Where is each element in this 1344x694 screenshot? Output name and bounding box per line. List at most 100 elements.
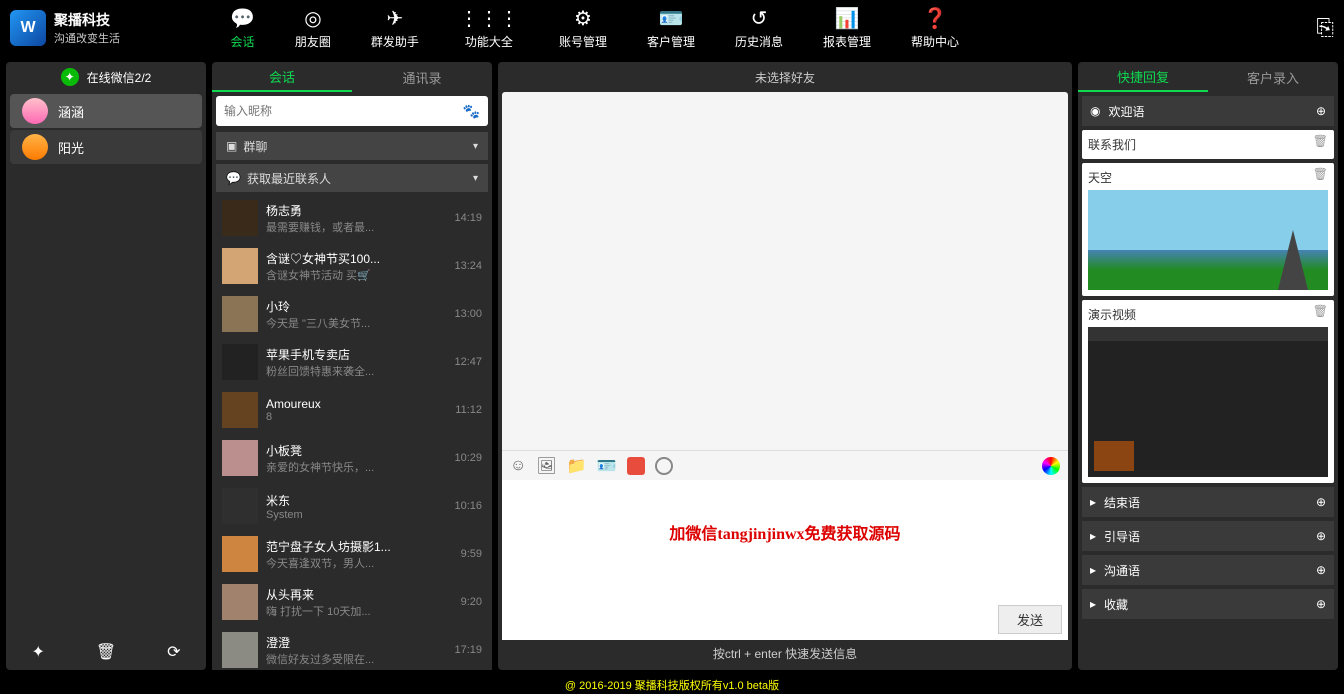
stats-icon: 📊 — [835, 7, 860, 31]
chat-item[interactable]: 澄澄微信好友过多受限在...17:19 — [216, 626, 488, 670]
tab-contacts[interactable]: 通讯录 — [352, 62, 492, 92]
watermark-text: 加微信tangjinjinwx免费获取源码 — [502, 520, 1068, 544]
card-icon: 🪪 — [659, 7, 684, 31]
avatar — [22, 134, 48, 160]
wechat-icon: 💬 — [230, 7, 255, 31]
recent-contacts-section[interactable]: 💬 获取最近联系人 ▾ — [216, 164, 488, 192]
conversation-title: 未选择好友 — [498, 62, 1072, 92]
logout-icon[interactable]: ⎘ — [1316, 15, 1334, 41]
avatar — [222, 392, 258, 428]
search-input[interactable] — [224, 104, 463, 118]
chat-item[interactable]: 含谜♡女神节买100...含谜女神节活动 买🛒13:24 — [216, 242, 488, 290]
gear-icon: ⚙ — [574, 7, 592, 31]
card-icon[interactable]: 🪪 — [597, 456, 617, 476]
circle-icon[interactable] — [655, 457, 673, 475]
avatar — [222, 488, 258, 524]
category-header[interactable]: ▸收藏⊕ — [1082, 589, 1334, 619]
grid-icon: ⋮⋮⋮ — [459, 7, 519, 31]
expand-icon: ◉ — [1090, 104, 1100, 118]
category-header[interactable]: ▸引导语⊕ — [1082, 521, 1334, 551]
nav-gear[interactable]: ⚙账号管理 — [559, 7, 607, 50]
category-header[interactable]: ◉欢迎语⊕ — [1082, 96, 1334, 126]
color-wheel-icon[interactable] — [1042, 457, 1060, 475]
folder-icon[interactable]: 📁 — [567, 456, 587, 476]
chat-item[interactable]: Amoureux811:12 — [216, 386, 488, 434]
chat-item[interactable]: 苹果手机专卖店粉丝回馈特惠来袭全...12:47 — [216, 338, 488, 386]
collapse-icon: ▸ — [1090, 529, 1096, 543]
avatar — [222, 584, 258, 620]
tab-quick-reply[interactable]: 快捷回复 — [1078, 62, 1208, 92]
category-header[interactable]: ▸沟通语⊕ — [1082, 555, 1334, 585]
account-item[interactable]: 阳光 — [10, 130, 202, 164]
avatar — [22, 98, 48, 124]
delete-icon[interactable]: 🗑 — [1313, 304, 1328, 318]
emoji-icon[interactable]: ☺ — [510, 457, 526, 475]
message-area — [502, 92, 1068, 450]
chat-icon: 💬 — [226, 171, 241, 185]
trash-icon[interactable]: 🗑 — [96, 642, 116, 662]
nav-wechat[interactable]: 💬会话 — [230, 7, 255, 50]
chat-item[interactable]: 杨志勇最需要赚钱，或者最...14:19 — [216, 194, 488, 242]
avatar — [222, 536, 258, 572]
refresh-icon[interactable]: ⟳ — [167, 642, 180, 662]
add-icon[interactable]: ⊕ — [1316, 563, 1326, 577]
nav-card[interactable]: 🪪客户管理 — [647, 7, 695, 50]
image-icon[interactable]: 🖼 — [536, 456, 556, 476]
collapse-icon: ▸ — [1090, 495, 1096, 509]
chat-item[interactable]: 范宁盘子女人坊摄影1...今天喜逢双节，男人...9:59 — [216, 530, 488, 578]
delete-icon[interactable]: 🗑 — [1313, 167, 1328, 181]
red-envelope-icon[interactable] — [627, 457, 645, 475]
footer: @ 2016-2019 聚播科技版权所有 v1.0 beta版 — [0, 676, 1344, 694]
collapse-icon: ▸ — [1090, 563, 1096, 577]
wechat-footer-icon[interactable]: ✦ — [31, 642, 44, 662]
quick-reply-item[interactable]: 演示视频🗑 — [1082, 300, 1334, 483]
collapse-icon: ▸ — [1090, 597, 1096, 611]
chat-item[interactable]: 米东System10:16 — [216, 482, 488, 530]
help-icon: ❓ — [923, 7, 948, 31]
online-count: 在线微信2/2 — [87, 69, 152, 86]
add-icon[interactable]: ⊕ — [1316, 597, 1326, 611]
add-icon[interactable]: ⊕ — [1316, 529, 1326, 543]
avatar — [222, 440, 258, 476]
tab-customer-entry[interactable]: 客户录入 — [1208, 62, 1338, 92]
reply-image — [1088, 190, 1328, 290]
group-icon: ▣ — [226, 139, 237, 153]
nav-stats[interactable]: 📊报表管理 — [823, 7, 871, 50]
category-header[interactable]: ▸结束语⊕ — [1082, 487, 1334, 517]
chat-item[interactable]: 从头再来嗨 打扰一下 10天加...9:20 — [216, 578, 488, 626]
chevron-down-icon: ▾ — [473, 141, 478, 152]
reply-video-thumb — [1088, 327, 1328, 477]
nav-history[interactable]: ↺历史消息 — [735, 7, 783, 50]
app-title: 聚播科技 — [54, 10, 120, 30]
nav-grid[interactable]: ⋮⋮⋮功能大全 — [459, 7, 519, 50]
send-icon: ✈ — [387, 7, 404, 31]
tab-chats[interactable]: 会话 — [212, 62, 352, 92]
nav-chrome[interactable]: ◎朋友圈 — [295, 7, 331, 50]
quick-reply-item[interactable]: 联系我们🗑 — [1082, 130, 1334, 159]
avatar — [222, 344, 258, 380]
app-logo: W 聚播科技 沟通改变生活 — [10, 10, 210, 46]
keyboard-hint: 按ctrl + enter 快速发送信息 — [502, 640, 1068, 666]
chat-item[interactable]: 小板凳亲爱的女神节快乐，...10:29 — [216, 434, 488, 482]
nav-help[interactable]: ❓帮助中心 — [911, 7, 959, 50]
avatar — [222, 248, 258, 284]
logo-icon: W — [10, 10, 46, 46]
account-item[interactable]: 涵涵 — [10, 94, 202, 128]
delete-icon[interactable]: 🗑 — [1313, 134, 1328, 148]
avatar — [222, 296, 258, 332]
chat-item[interactable]: 小玲今天是 "三八美女节...13:00 — [216, 290, 488, 338]
send-button[interactable]: 发送 — [998, 605, 1062, 634]
nav-send[interactable]: ✈群发助手 — [371, 7, 419, 50]
avatar — [222, 632, 258, 668]
paw-icon[interactable]: 🐾 — [463, 103, 480, 120]
add-icon[interactable]: ⊕ — [1316, 495, 1326, 509]
message-input-area[interactable]: 加微信tangjinjinwx免费获取源码 发送 — [502, 480, 1068, 640]
add-icon[interactable]: ⊕ — [1316, 104, 1326, 118]
quick-reply-item[interactable]: 天空🗑 — [1082, 163, 1334, 296]
group-chat-section[interactable]: ▣ 群聊 ▾ — [216, 132, 488, 160]
chevron-down-icon: ▾ — [473, 173, 478, 184]
history-icon: ↺ — [751, 7, 768, 31]
avatar — [222, 200, 258, 236]
chrome-icon: ◎ — [304, 7, 321, 31]
wechat-icon: ✦ — [61, 68, 79, 86]
